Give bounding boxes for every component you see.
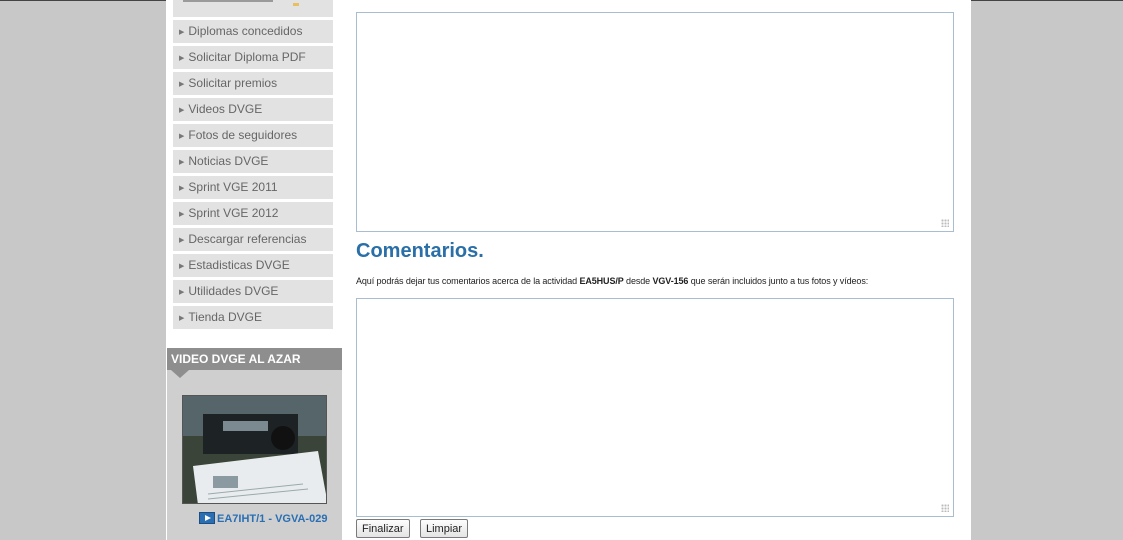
- random-video-box: VIDEO DVGE AL AZAR EA7IHT/1 - VGVA-029: [167, 348, 342, 540]
- triangle-right-icon: ▶: [179, 263, 185, 270]
- sidebar-item-noticias-dvge[interactable]: ▶ Noticias DVGE: [173, 150, 333, 173]
- sidebar-item-label: Sprint VGE 2012: [188, 206, 279, 220]
- sidebar-item-sprint-vge-2011[interactable]: ▶ Sprint VGE 2011: [173, 176, 333, 199]
- triangle-right-icon: ▶: [179, 289, 185, 296]
- sidebar-item-sprint-vge-2012[interactable]: ▶ Sprint VGE 2012: [173, 202, 333, 225]
- sidebar-item-solicitar-diploma-pdf[interactable]: ▶ Solicitar Diploma PDF: [173, 46, 333, 69]
- cut-off-label: [183, 0, 273, 2]
- reset-button[interactable]: Limpiar: [420, 519, 469, 538]
- sidebar-item-label: Solicitar premios: [188, 76, 278, 90]
- submit-button[interactable]: Finalizar: [356, 519, 410, 538]
- sidebar-item-label: Tienda DVGE: [188, 310, 262, 324]
- intro-prefix: Aquí podrás dejar tus comentarios acerca…: [356, 276, 580, 286]
- intro-middle: desde: [623, 276, 653, 286]
- comments-textarea[interactable]: [356, 298, 954, 517]
- resize-grip-icon[interactable]: [941, 504, 952, 515]
- intro-reference: VGV-156: [652, 276, 689, 286]
- triangle-right-icon: ▶: [179, 107, 185, 114]
- triangle-right-icon: ▶: [179, 211, 185, 218]
- sidebar-item-label: Videos DVGE: [188, 102, 263, 116]
- intro-suffix: que serán incluidos junto a tus fotos y …: [688, 276, 869, 286]
- sidebar-item-label: Diplomas concedidos: [188, 24, 303, 38]
- video-caption-link[interactable]: EA7IHT/1 - VGVA-029: [199, 512, 327, 525]
- video-caption-text: EA7IHT/1 - VGVA-029: [217, 513, 328, 525]
- sidebar-item-descargar-referencias[interactable]: ▶ Descargar referencias: [173, 228, 333, 251]
- sidebar-item-estadisticas-dvge[interactable]: ▶ Estadisticas DVGE: [173, 254, 333, 277]
- video-thumbnail-image: [183, 396, 326, 503]
- sidebar-item-utilidades-dvge[interactable]: ▶ Utilidades DVGE: [173, 280, 333, 303]
- triangle-right-icon: ▶: [179, 159, 185, 166]
- sidebar-item-tienda-dvge[interactable]: ▶ Tienda DVGE: [173, 306, 333, 329]
- comments-title: Comentarios.: [356, 240, 484, 262]
- menu-item-cut-off[interactable]: [173, 0, 333, 17]
- random-video-header: VIDEO DVGE AL AZAR: [167, 348, 342, 378]
- triangle-right-icon: ▶: [179, 81, 185, 88]
- sidebar-item-label: Solicitar Diploma PDF: [188, 50, 306, 64]
- triangle-right-icon: ▶: [179, 237, 185, 244]
- sidebar-menu: ▶ Diplomas concedidos ▶ Solicitar Diploma P…: [173, 20, 333, 332]
- triangle-right-icon: ▶: [179, 185, 185, 192]
- sidebar-item-fotos-de-seguidores[interactable]: ▶ Fotos de seguidores: [173, 124, 333, 147]
- triangle-right-icon: ▶: [179, 315, 185, 322]
- sidebar-item-label: Fotos de seguidores: [188, 128, 298, 142]
- sidebar-item-label: Estadisticas DVGE: [188, 258, 290, 272]
- sidebar-item-diplomas-concedidos[interactable]: ▶ Diplomas concedidos: [173, 20, 333, 43]
- triangle-right-icon: ▶: [179, 55, 185, 62]
- sidebar-item-solicitar-premios[interactable]: ▶ Solicitar premios: [173, 72, 333, 95]
- video-thumbnail[interactable]: [182, 395, 327, 504]
- video-clap-icon: [199, 512, 215, 524]
- cut-off-icon: [293, 3, 299, 6]
- triangle-right-icon: ▶: [179, 133, 185, 140]
- sidebar-item-label: Descargar referencias: [188, 232, 307, 246]
- sidebar-item-label: Utilidades DVGE: [188, 284, 279, 298]
- resize-grip-icon[interactable]: [941, 219, 952, 230]
- sidebar-item-videos-dvge[interactable]: ▶ Videos DVGE: [173, 98, 333, 121]
- sidebar-item-label: Noticias DVGE: [188, 154, 269, 168]
- photos-videos-textarea[interactable]: [356, 12, 954, 232]
- triangle-right-icon: ▶: [179, 29, 185, 36]
- comments-intro: Aquí podrás dejar tus comentarios acerca…: [356, 276, 868, 286]
- sidebar-item-label: Sprint VGE 2011: [188, 180, 278, 194]
- intro-callsign: EA5HUS/P: [579, 276, 624, 286]
